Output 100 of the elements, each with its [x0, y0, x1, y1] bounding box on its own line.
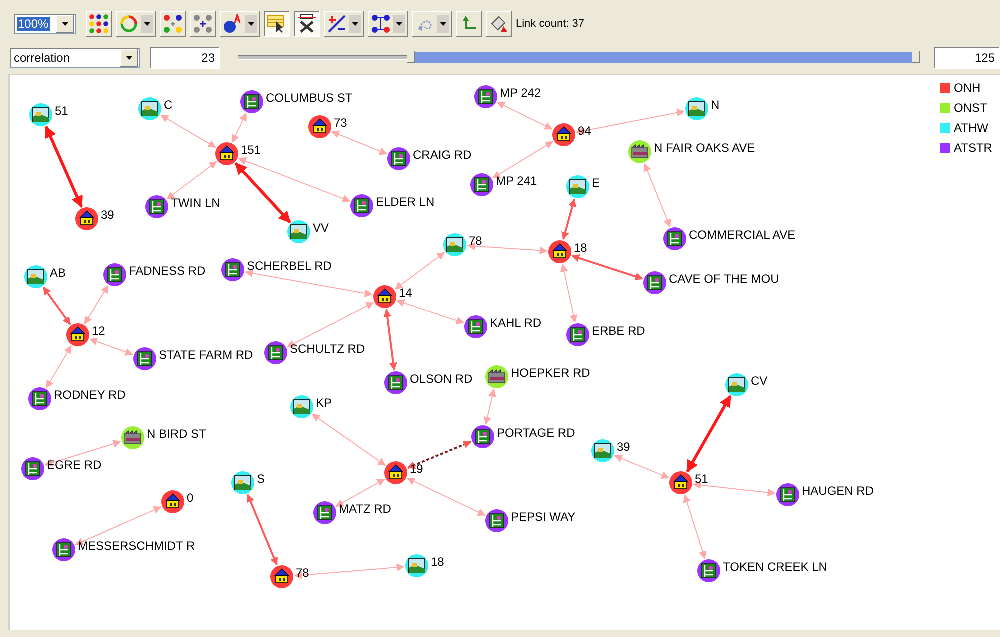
node-label: ELDER LN — [376, 195, 435, 210]
street-node[interactable] — [384, 372, 408, 394]
toolbar-button[interactable] — [264, 11, 290, 37]
street-node[interactable] — [388, 148, 410, 170]
landscape-node[interactable] — [444, 234, 466, 256]
street-node[interactable] — [22, 458, 44, 480]
street-node[interactable] — [28, 388, 52, 410]
node-label: N BIRD ST — [147, 427, 206, 442]
house-node[interactable] — [670, 472, 692, 494]
slider-thumb[interactable] — [406, 51, 415, 63]
node-label: AB — [50, 266, 66, 280]
house-node[interactable] — [548, 240, 572, 264]
landscape-node[interactable] — [686, 98, 708, 120]
connect-icon — [371, 14, 391, 34]
street-node[interactable] — [566, 324, 590, 346]
node-label: 151 — [241, 143, 262, 158]
street-node[interactable] — [472, 426, 494, 448]
landscape-node[interactable] — [726, 374, 748, 396]
street-node[interactable] — [52, 538, 76, 562]
node-label: 39 — [617, 440, 630, 454]
caret-icon — [352, 22, 358, 26]
street-node[interactable] — [222, 258, 244, 282]
select-icon — [267, 14, 287, 34]
house-node[interactable] — [162, 490, 184, 514]
toolbar-button[interactable] — [294, 11, 320, 37]
node-label: 78 — [469, 234, 482, 248]
node-label: SCHERBEL RD — [247, 259, 332, 274]
street-node[interactable] — [464, 316, 488, 338]
street-node[interactable] — [350, 194, 374, 218]
node-label: 78 — [296, 566, 310, 580]
street-node[interactable] — [698, 560, 720, 582]
ring-icon — [119, 14, 139, 34]
caret-icon — [248, 22, 254, 26]
node-label: MP 241 — [496, 174, 538, 188]
landscape-node[interactable] — [138, 98, 162, 120]
street-node[interactable] — [776, 484, 800, 506]
node-label: S — [257, 472, 266, 486]
node-label: C — [164, 98, 173, 112]
paint-bucket-icon — [489, 14, 509, 34]
street-node[interactable] — [644, 272, 666, 294]
zoom-dropdown[interactable]: 100% — [14, 14, 76, 34]
street-node[interactable] — [486, 510, 508, 532]
node-label: 73 — [334, 116, 348, 130]
street-node[interactable] — [146, 196, 168, 218]
house-node[interactable] — [216, 142, 238, 166]
min-field[interactable]: 23 — [150, 47, 220, 69]
house-node[interactable] — [308, 116, 332, 138]
node-label: 51 — [695, 472, 708, 486]
node-label: COMMERCIAL AVE — [689, 228, 796, 242]
node-label: EGRE RD — [47, 458, 102, 472]
factory-node[interactable] — [486, 366, 508, 388]
street-node[interactable] — [240, 90, 264, 114]
node-label: 0 — [187, 491, 194, 506]
node-label: 19 — [410, 462, 424, 476]
landscape-node[interactable] — [30, 104, 52, 126]
house-node[interactable] — [552, 124, 576, 146]
landscape-node[interactable] — [592, 440, 614, 462]
street-node[interactable] — [104, 264, 126, 286]
street-node[interactable] — [134, 348, 156, 370]
factory-node[interactable] — [628, 140, 652, 164]
node-label: 18 — [431, 555, 444, 570]
node-label: PEPSI WAY — [511, 510, 576, 524]
landscape-node[interactable] — [288, 220, 310, 244]
landscape-node[interactable] — [24, 266, 48, 288]
node-label: HAUGEN RD — [802, 484, 874, 498]
house-node[interactable] — [270, 566, 294, 588]
street-node[interactable] — [264, 342, 288, 364]
node-label: 14 — [399, 286, 412, 300]
measure-dropdown[interactable]: correlation — [10, 48, 140, 68]
street-node[interactable] — [664, 228, 686, 250]
node-label: MESSERSCHMIDT R — [78, 539, 196, 554]
house-node[interactable] — [76, 208, 98, 230]
caret-icon — [126, 56, 132, 60]
caret-icon — [144, 22, 150, 26]
street-node[interactable] — [314, 502, 336, 524]
house-node[interactable] — [384, 462, 408, 484]
max-field[interactable]: 125 — [934, 47, 1000, 69]
grid-icon — [163, 14, 183, 34]
node-label: HOEPKER RD — [511, 366, 590, 380]
node-label: TWIN LN — [171, 196, 220, 210]
node-label: OLSON RD — [410, 372, 473, 386]
link-count: Link count: 37 — [516, 18, 584, 30]
node-label: CV — [751, 374, 768, 388]
street-node[interactable] — [470, 174, 494, 196]
house-node[interactable] — [374, 286, 396, 308]
legend-label: ATSTR — [954, 141, 992, 155]
caret-icon — [396, 22, 402, 26]
node-label: KAHL RD — [490, 316, 542, 330]
house-node[interactable] — [66, 324, 90, 346]
factory-node[interactable] — [122, 426, 144, 450]
node-label: KP — [316, 396, 332, 410]
hide-links-icon — [297, 14, 317, 34]
landscape-node[interactable] — [232, 472, 254, 494]
landscape-node[interactable] — [566, 176, 590, 198]
landscape-node[interactable] — [290, 396, 314, 418]
node-label: ERBE RD — [592, 324, 646, 338]
slider-thumb[interactable] — [912, 51, 920, 63]
street-node[interactable] — [474, 86, 498, 108]
node-label: CRAIG RD — [413, 148, 472, 162]
landscape-node[interactable] — [406, 554, 428, 578]
